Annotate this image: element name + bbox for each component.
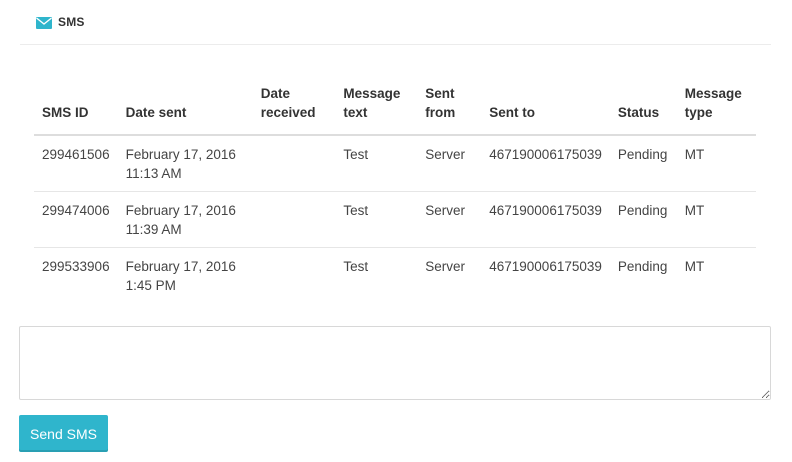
- cell-date-sent: February 17, 2016 1:45 PM: [125, 259, 236, 293]
- sms-panel-header: SMS: [20, 0, 771, 45]
- envelope-icon: [36, 16, 52, 29]
- column-header-sent-to: Sent to: [481, 84, 610, 136]
- cell-message-type: MT: [684, 259, 705, 274]
- table-row: 299461506 February 17, 2016 11:13 AM Tes…: [34, 135, 756, 192]
- cell-sent-to: 467190006175039: [481, 135, 610, 192]
- cell-date-received: [252, 191, 336, 248]
- cell-sent-to: 467190006175039: [489, 259, 602, 274]
- column-header-sent-from: Sent from: [417, 84, 482, 136]
- cell-date-received: [253, 248, 336, 304]
- column-header-status: Status: [609, 84, 677, 136]
- cell-status: Pending: [617, 259, 668, 274]
- column-header-sms-id: SMS ID: [34, 84, 118, 136]
- table-header-row: SMS ID Date sent Date received Message t…: [34, 84, 756, 136]
- column-header-message-text: Message text: [335, 84, 418, 136]
- cell-message-type: MT: [676, 135, 756, 192]
- cell-sent-to: 467190006175039: [481, 191, 610, 248]
- cell-message-text: Test: [335, 135, 418, 192]
- cell-message-type: MT: [676, 191, 756, 248]
- table-row: 299533906 February 17, 2016 1:45 PM Test…: [34, 248, 756, 304]
- column-header-date-received: Date received: [252, 84, 336, 136]
- cell-message-text: Test: [335, 191, 418, 248]
- column-header-message-type: Message type: [676, 84, 756, 136]
- column-header-date-sent: Date sent: [117, 84, 253, 136]
- cell-sms-id: 299533906: [42, 259, 110, 274]
- cell-status: Pending: [609, 191, 677, 248]
- cell-message-text: Test: [343, 259, 369, 274]
- cell-sms-id: 299461506: [34, 135, 118, 192]
- cell-date-received: [252, 135, 336, 192]
- table-row: 299474006 February 17, 2016 11:39 AM Tes…: [34, 191, 756, 248]
- sms-message-input[interactable]: [19, 326, 771, 400]
- cell-sent-from: Server: [417, 191, 482, 248]
- cell-status: Pending: [609, 135, 677, 192]
- cell-date-sent: February 17, 2016 11:13 AM: [117, 135, 253, 192]
- cell-sms-id: 299474006: [34, 191, 118, 248]
- cell-sent-from: Server: [425, 259, 466, 274]
- cell-date-sent: February 17, 2016 11:39 AM: [117, 191, 253, 248]
- panel-title: SMS: [58, 15, 85, 29]
- cell-sent-from: Server: [417, 135, 482, 192]
- send-sms-button[interactable]: Send SMS: [19, 415, 108, 452]
- sms-table: SMS ID Date sent Date received Message t…: [34, 84, 756, 303]
